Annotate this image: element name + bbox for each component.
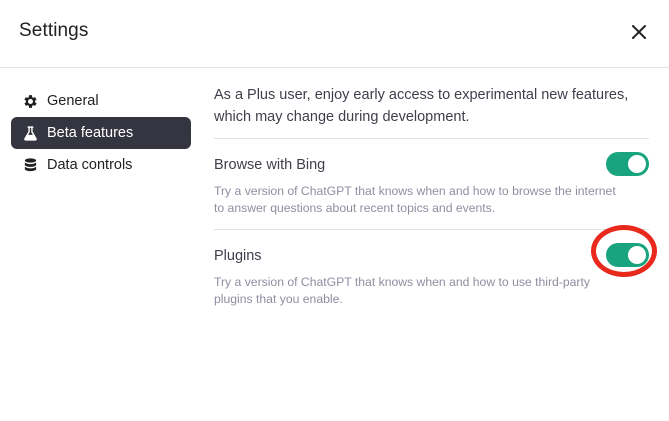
database-icon [21, 156, 39, 174]
sidebar-item-label: General [47, 93, 99, 109]
flask-icon [21, 124, 39, 142]
sidebar-item-beta-features[interactable]: Beta features [11, 117, 191, 149]
toggle-knob [628, 155, 646, 173]
feature-description: Try a version of ChatGPT that knows when… [214, 184, 616, 215]
settings-sidebar: General Beta features Data controls [11, 85, 191, 181]
beta-features-panel: As a Plus user, enjoy early access to ex… [214, 84, 649, 320]
plugins-toggle[interactable] [606, 243, 649, 267]
feature-plugins: Plugins Try a version of ChatGPT that kn… [214, 230, 649, 320]
intro-text: As a Plus user, enjoy early access to ex… [214, 84, 649, 139]
sidebar-item-data-controls[interactable]: Data controls [11, 149, 191, 181]
sidebar-item-general[interactable]: General [11, 85, 191, 117]
feature-description: Try a version of ChatGPT that knows when… [214, 275, 590, 306]
close-button[interactable] [628, 21, 650, 43]
toggle-knob [628, 246, 646, 264]
feature-browse-with-bing: Browse with Bing Try a version of ChatGP… [214, 139, 649, 230]
gear-icon [21, 92, 39, 110]
feature-title: Browse with Bing [214, 157, 326, 173]
feature-title: Plugins [214, 248, 262, 264]
modal-title: Settings [19, 20, 89, 41]
browse-with-bing-toggle[interactable] [606, 152, 649, 176]
close-icon [632, 25, 646, 39]
modal-header: Settings [0, 0, 669, 68]
settings-modal: Settings General Beta features Data cont… [0, 0, 669, 421]
sidebar-item-label: Data controls [47, 157, 133, 173]
sidebar-item-label: Beta features [47, 125, 134, 141]
